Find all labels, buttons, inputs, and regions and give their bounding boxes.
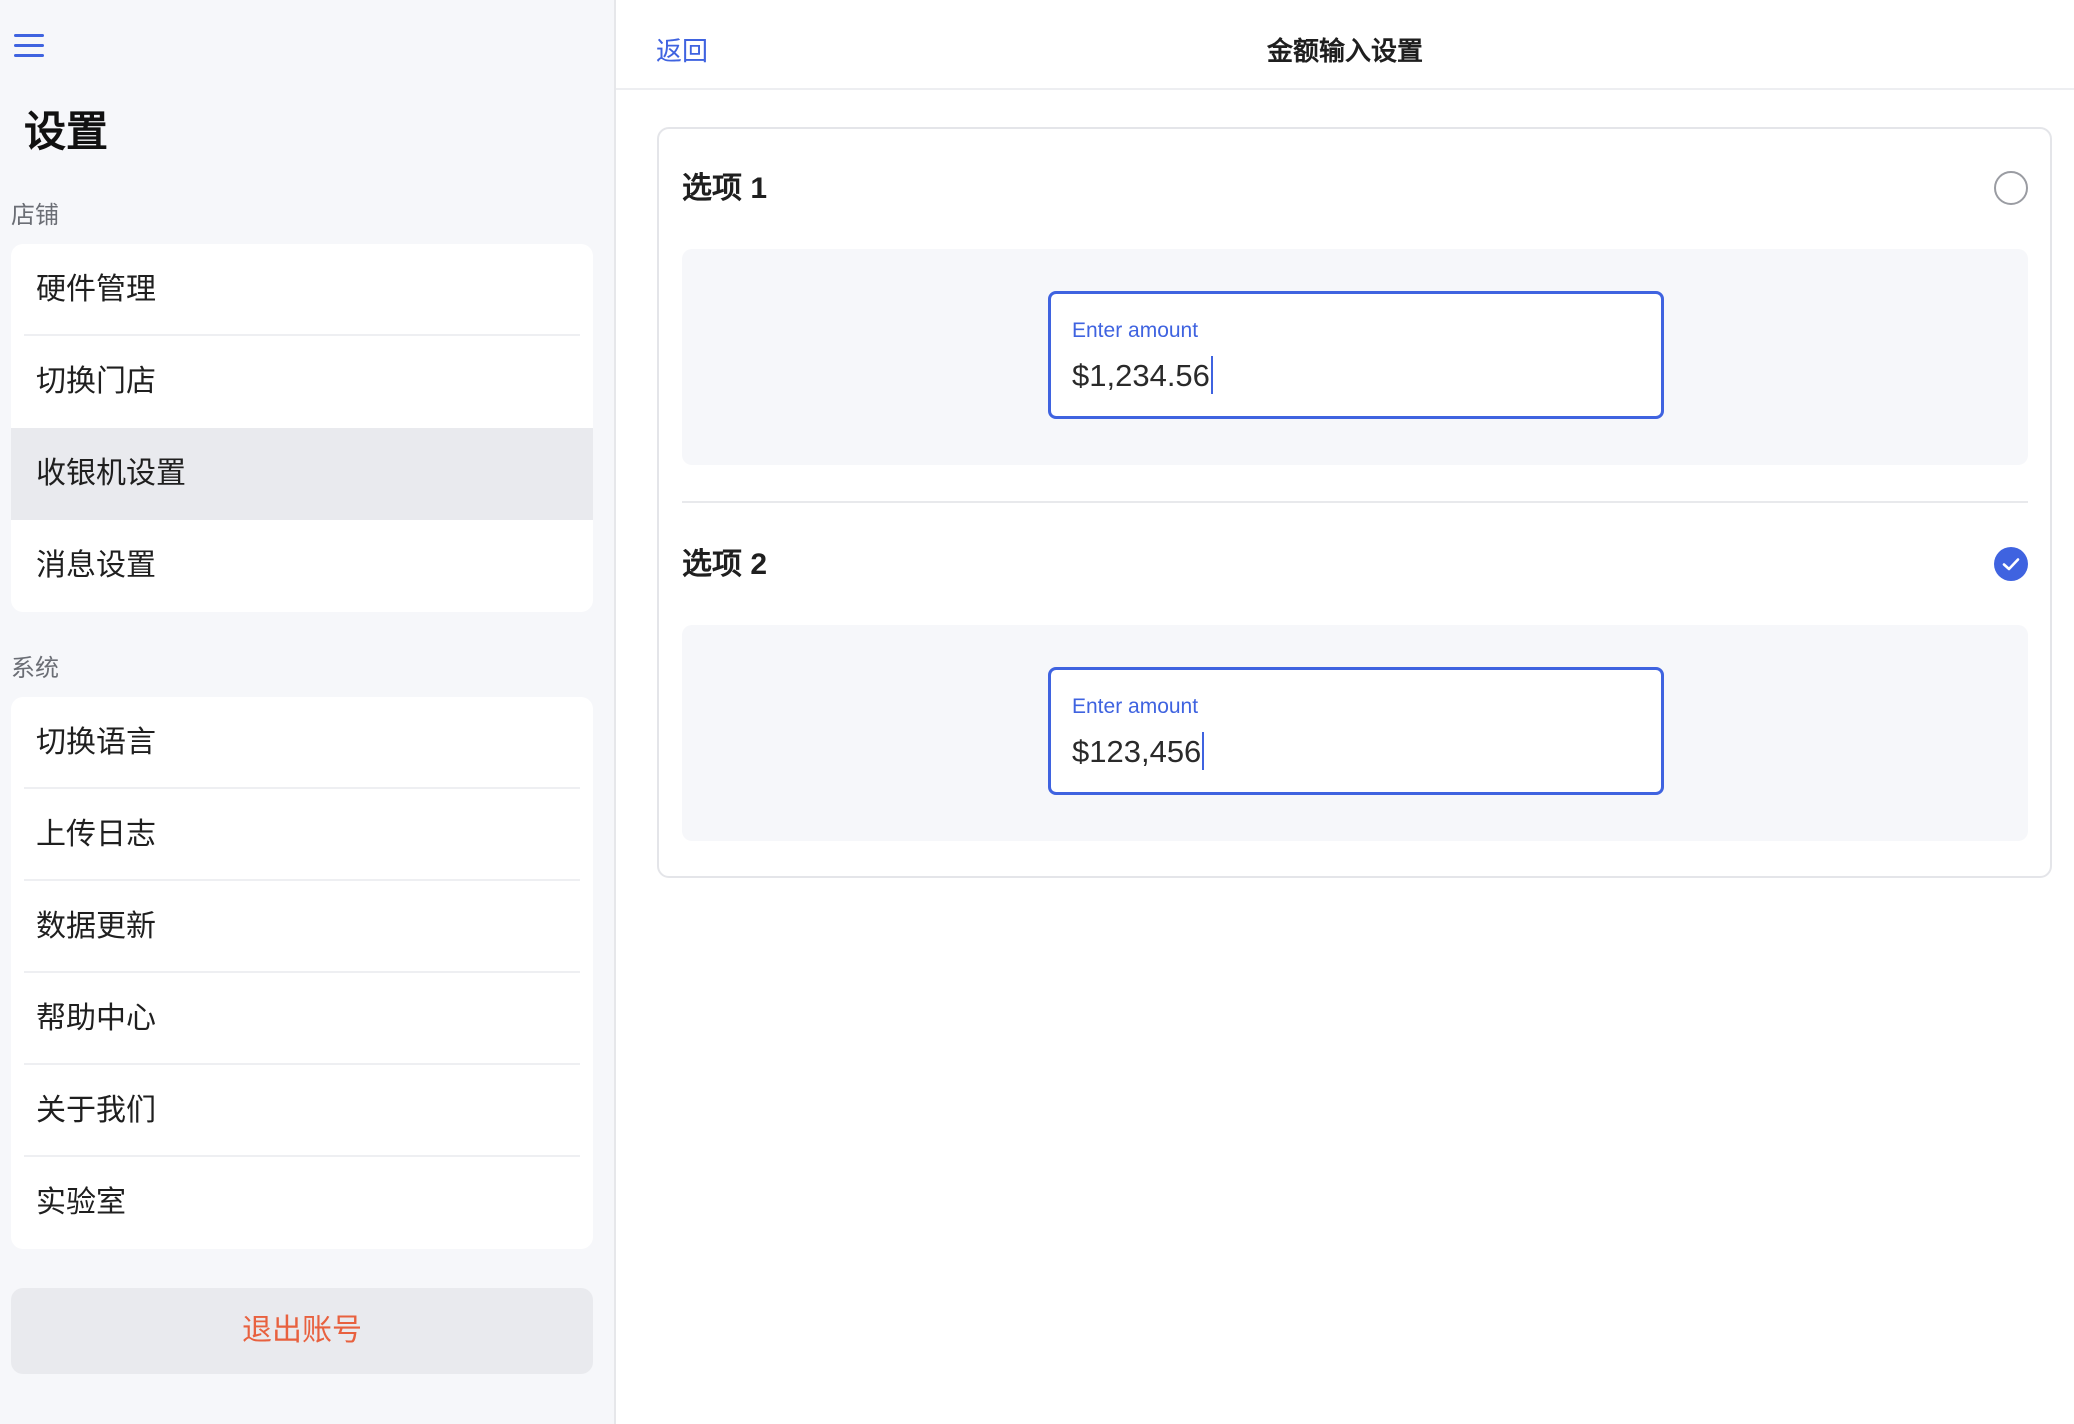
top-bar: 返回 金额输入设置 — [616, 0, 2074, 90]
option-1-input-value-wrap: $1,234.56 — [1072, 356, 1213, 396]
settings-group-system: 切换语言 上传日志 数据更新 帮助中心 关于我们 实验室 — [11, 697, 593, 1249]
text-caret — [1202, 732, 1205, 770]
option-2-label: 选项 2 — [682, 548, 768, 581]
option-1-radio[interactable] — [1994, 171, 2028, 205]
sidebar-item-switch-store[interactable]: 切换门店 — [11, 336, 593, 428]
menu-icon[interactable] — [14, 34, 44, 60]
sidebar-title: 设置 — [24, 108, 109, 155]
sidebar-item-language[interactable]: 切换语言 — [11, 697, 593, 789]
checkmark-icon — [2002, 558, 2020, 571]
sidebar-item-upload-log[interactable]: 上传日志 — [11, 789, 593, 881]
option-1-input-label: Enter amount — [1072, 319, 1199, 342]
amount-options-card: 选项 1 Enter amount $1,234.56 选项 2 Enter a… — [657, 127, 2052, 878]
settings-group-store: 硬件管理 切换门店 收银机设置 消息设置 — [11, 244, 593, 612]
option-1-panel: Enter amount $1,234.56 — [682, 249, 2028, 465]
option-1-amount-input[interactable]: Enter amount $1,234.56 — [1048, 291, 1664, 419]
option-2-radio[interactable] — [1994, 547, 2028, 581]
sidebar-item-message-settings[interactable]: 消息设置 — [11, 520, 593, 612]
page-title: 金额输入设置 — [1266, 36, 1423, 66]
sidebar: 设置 店铺 硬件管理 切换门店 收银机设置 消息设置 系统 切换语言 上传日志 … — [0, 0, 616, 1424]
section-label-system: 系统 — [11, 655, 59, 682]
option-2-input-value: $123,456 — [1072, 734, 1202, 769]
sidebar-item-about-us[interactable]: 关于我们 — [11, 1065, 593, 1157]
option-2-panel: Enter amount $123,456 — [682, 625, 2028, 841]
sidebar-item-help-center[interactable]: 帮助中心 — [11, 973, 593, 1065]
option-2-amount-input[interactable]: Enter amount $123,456 — [1048, 667, 1664, 795]
logout-button[interactable]: 退出账号 — [11, 1288, 593, 1374]
option-2-input-value-wrap: $123,456 — [1072, 732, 1205, 772]
text-caret — [1210, 356, 1213, 394]
option-2-input-label: Enter amount — [1072, 695, 1199, 718]
section-label-store: 店铺 — [11, 202, 59, 229]
option-1-label: 选项 1 — [682, 172, 768, 205]
option-1-input-value: $1,234.56 — [1072, 358, 1210, 393]
sidebar-item-lab[interactable]: 实验室 — [11, 1157, 593, 1249]
sidebar-item-data-update[interactable]: 数据更新 — [11, 881, 593, 973]
sidebar-item-hardware[interactable]: 硬件管理 — [11, 244, 593, 336]
sidebar-item-register-settings[interactable]: 收银机设置 — [11, 428, 593, 520]
option-divider — [682, 501, 2028, 503]
